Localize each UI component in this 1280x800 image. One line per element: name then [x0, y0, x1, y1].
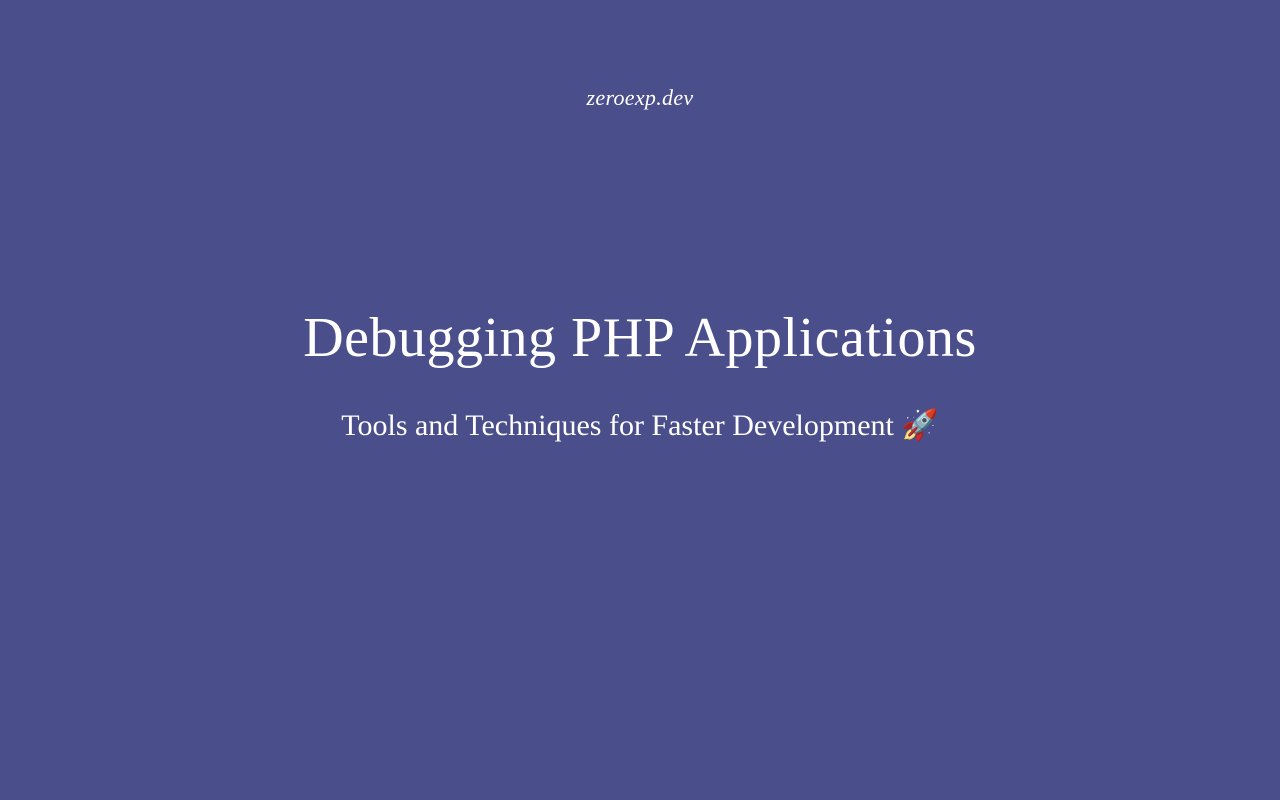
page-title: Debugging PHP Applications	[303, 306, 977, 370]
main-content: Debugging PHP Applications Tools and Tec…	[303, 306, 977, 443]
site-name: zeroexp.dev	[587, 85, 694, 111]
page-subtitle: Tools and Techniques for Faster Developm…	[341, 408, 938, 443]
